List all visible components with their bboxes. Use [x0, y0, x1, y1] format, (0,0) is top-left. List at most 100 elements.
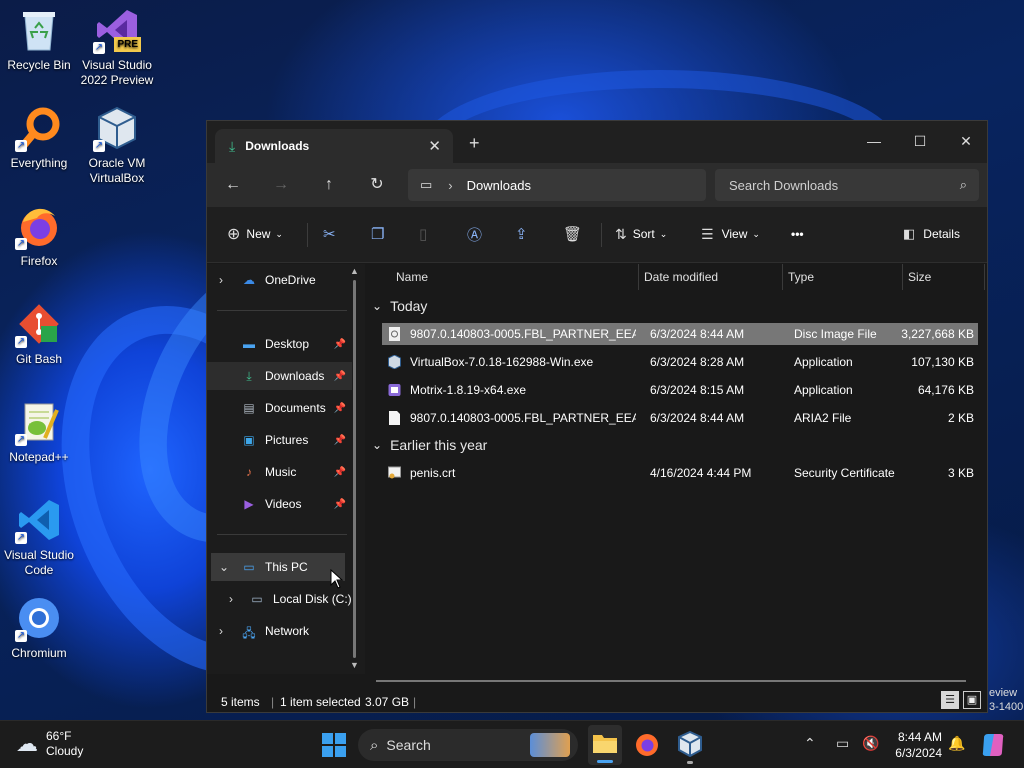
sidebar-item-downloads[interactable]: ⤓ Downloads 📌: [207, 362, 352, 390]
taskbar-virtualbox-button[interactable]: [678, 730, 702, 764]
weather-condition: Cloudy: [46, 744, 84, 758]
column-divider: [984, 264, 985, 290]
sidebar-item-music[interactable]: ♪ Music 📌: [207, 458, 352, 486]
copilot-icon[interactable]: [980, 732, 1006, 758]
taskbar-search-box[interactable]: ⌕ Search: [358, 729, 578, 761]
shortcut-arrow-icon: ↗: [15, 434, 27, 446]
desktop-icon-visual-studio-2022-preview[interactable]: PRE ↗ Visual Studio 2022 Preview: [78, 6, 156, 88]
taskbar-firefox-button[interactable]: [634, 731, 660, 760]
scroll-up-arrow-icon[interactable]: ▲: [350, 266, 359, 276]
column-header-size[interactable]: Size: [908, 264, 931, 290]
cloud-icon: ☁: [243, 273, 255, 287]
sidebar-label: Videos: [265, 497, 302, 511]
close-window-button[interactable]: ✕: [943, 127, 989, 155]
address-bar[interactable]: ▭ › Downloads: [408, 169, 706, 201]
weather-widget[interactable]: ☁ 66°F Cloudy: [16, 729, 83, 759]
forward-button[interactable]: →: [267, 173, 295, 197]
more-options-button[interactable]: •••: [791, 221, 804, 247]
rename-button[interactable]: Ⓐ: [467, 221, 482, 247]
desktop-icon-label: Everything: [10, 156, 68, 170]
tab-downloads[interactable]: ⤓ Downloads ✕: [215, 129, 453, 163]
minimize-button[interactable]: —: [851, 127, 897, 155]
close-tab-icon[interactable]: ✕: [428, 137, 441, 155]
search-input[interactable]: Search Downloads: [729, 178, 838, 193]
recycle-bin-icon: [15, 6, 63, 54]
status-selection: 1 item selected: [280, 695, 361, 709]
file-row[interactable]: 9807.0.140803-0005.FBL_PARTNER_EEAP_... …: [382, 323, 978, 345]
desktop-icon-oracle-vm-virtualbox[interactable]: ↗ Oracle VM VirtualBox: [78, 104, 156, 186]
file-name: VirtualBox-7.0.18-162988-Win.exe: [410, 355, 594, 369]
desktop-icon-notepad-plus-plus[interactable]: ↗ Notepad++: [0, 398, 78, 465]
desktop-icon-everything[interactable]: ↗ Everything: [0, 104, 78, 171]
group-header-earlier-this-year[interactable]: ⌄ Earlier this year: [372, 437, 487, 453]
paste-button[interactable]: ▯: [419, 221, 427, 247]
sidebar-item-network[interactable]: › 🖧 Network: [207, 617, 352, 645]
horizontal-scrollbar[interactable]: [376, 680, 966, 682]
file-row[interactable]: Motrix-1.8.19-x64.exe 6/3/2024 8:15 AM A…: [382, 379, 978, 401]
breadcrumb-chevron-icon: ›: [448, 177, 453, 193]
desktop-icon-visual-studio-code[interactable]: ↗ Visual Studio Code: [0, 496, 78, 578]
taskbar-clock[interactable]: 8:44 AM 6/3/2024: [895, 729, 942, 761]
column-divider: [782, 264, 783, 290]
pin-icon: 📌: [333, 498, 346, 510]
file-date: 6/3/2024 8:15 AM: [650, 383, 745, 397]
sidebar-item-videos[interactable]: ▶ Videos 📌: [207, 490, 352, 518]
view-label: View: [721, 227, 748, 241]
notification-bell-icon[interactable]: 🔔: [948, 735, 965, 752]
sidebar-item-documents[interactable]: ▤ Documents 📌: [207, 394, 352, 422]
taskbar-file-explorer-button[interactable]: [588, 725, 622, 765]
shortcut-arrow-icon: ↗: [15, 532, 27, 544]
desktop-icon-label: Git Bash: [15, 352, 63, 366]
sidebar-item-pictures[interactable]: ▣ Pictures 📌: [207, 426, 352, 454]
file-name: 9807.0.140803-0005.FBL_PARTNER_EEAP_...: [410, 411, 636, 425]
title-bar: ⤓ Downloads ✕ + — ☐ ✕: [207, 121, 987, 163]
column-header-date-modified[interactable]: Date modified: [644, 264, 718, 290]
search-box[interactable]: Search Downloads ⌕: [715, 169, 979, 201]
desktop-icon-chromium[interactable]: ↗ Chromium: [0, 594, 78, 661]
sidebar-item-this-pc[interactable]: ⌄ ▭ This PC: [211, 553, 345, 581]
up-button[interactable]: ↑: [315, 173, 343, 197]
file-row[interactable]: 9807.0.140803-0005.FBL_PARTNER_EEAP_... …: [382, 407, 978, 429]
maximize-button[interactable]: ☐: [897, 127, 943, 155]
column-header-name[interactable]: Name: [396, 264, 428, 290]
chevron-down-icon: ⌄: [275, 228, 283, 239]
documents-folder-icon: ▤: [243, 401, 255, 415]
copy-button[interactable]: ❐: [371, 221, 384, 247]
sidebar-label: This PC: [265, 560, 308, 574]
file-type: Application: [794, 355, 853, 369]
file-row[interactable]: penis.crt 4/16/2024 4:44 PM Security Cer…: [382, 462, 978, 484]
display-icon[interactable]: ▭: [836, 735, 849, 752]
desktop-icon-firefox[interactable]: ↗ Firefox: [0, 202, 78, 269]
file-size: 3,227,668 KB: [901, 327, 974, 341]
file-row[interactable]: VirtualBox-7.0.18-162988-Win.exe 6/3/202…: [382, 351, 978, 373]
desktop-icon-git-bash[interactable]: ↗ Git Bash: [0, 300, 78, 367]
view-button[interactable]: ☰ View ⌄: [701, 221, 760, 247]
delete-button[interactable]: 🗑: [563, 221, 582, 247]
show-hidden-icons-chevron-icon[interactable]: ⌃: [804, 735, 816, 752]
refresh-button[interactable]: ↻: [363, 173, 391, 197]
column-header-type[interactable]: Type: [788, 264, 814, 290]
details-pane-button[interactable]: ◧ Details: [903, 221, 960, 247]
sidebar-scrollbar[interactable]: [353, 280, 356, 658]
new-button[interactable]: ⊕ New ⌄: [227, 221, 283, 247]
file-date: 4/16/2024 4:44 PM: [650, 466, 752, 480]
sidebar-item-desktop[interactable]: ▬ Desktop 📌: [207, 330, 352, 358]
windows-start-icon[interactable]: [322, 733, 346, 757]
sort-button[interactable]: ⇅ Sort ⌄: [615, 221, 667, 247]
share-button[interactable]: ⇪: [515, 221, 528, 247]
scroll-down-arrow-icon[interactable]: ▼: [350, 660, 359, 670]
sidebar-item-onedrive[interactable]: › ☁ OneDrive: [207, 266, 352, 294]
breadcrumb-downloads[interactable]: Downloads: [467, 178, 531, 193]
status-bar: 5 items | 1 item selected 3.07 GB | ☰ ▣: [207, 691, 987, 713]
cut-button[interactable]: ✂: [323, 221, 336, 247]
details-view-toggle-icon[interactable]: ☰: [941, 691, 959, 709]
desktop-folder-icon: ▬: [243, 337, 255, 351]
new-tab-button[interactable]: +: [469, 133, 480, 154]
shortcut-arrow-icon: ↗: [15, 336, 27, 348]
volume-muted-icon[interactable]: 🔇: [862, 735, 879, 752]
back-button[interactable]: ←: [219, 173, 247, 197]
group-header-today[interactable]: ⌄ Today: [372, 298, 427, 314]
desktop-icon-recycle-bin[interactable]: Recycle Bin: [0, 6, 78, 73]
tiles-view-toggle-icon[interactable]: ▣: [963, 691, 981, 709]
sidebar-item-local-disk[interactable]: › ▭ Local Disk (C:): [207, 585, 352, 613]
